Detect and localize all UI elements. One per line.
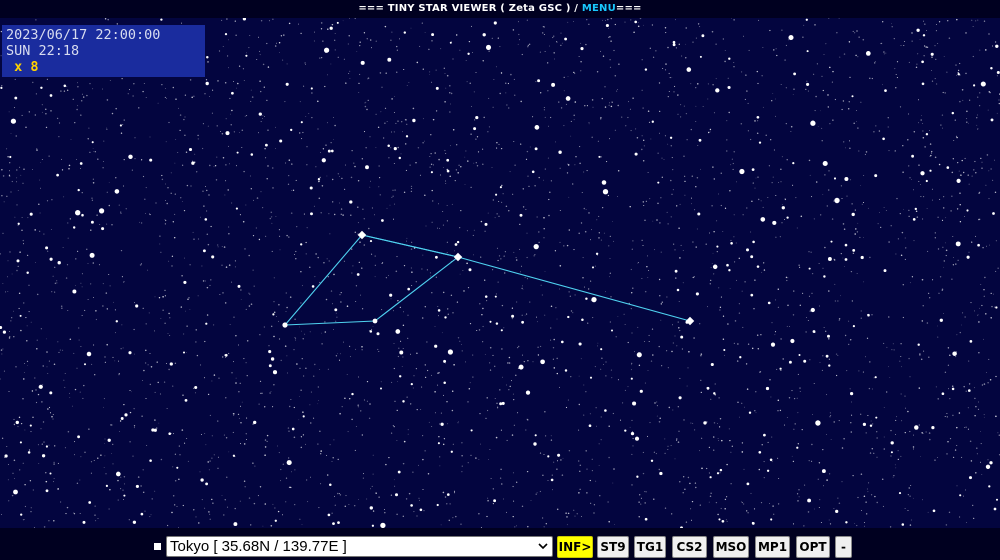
- control-bar: Tokyo [ 35.68N / 139.77E ] INF> ST9 TG1 …: [0, 528, 1000, 560]
- zoom-readout: x 8: [6, 59, 39, 75]
- constellation-star-marker: [372, 318, 378, 324]
- info-panel: 2023/06/17 22:00:00 SUN 22:18 x 8: [2, 25, 205, 77]
- title-text-suffix: ===: [615, 3, 642, 14]
- datetime-readout: 2023/06/17 22:00:00: [6, 27, 161, 43]
- title-text-prefix: === TINY STAR VIEWER ( Zeta GSC ) /: [358, 3, 582, 14]
- constellation-line: [284, 234, 460, 326]
- constellation-star-marker: [685, 316, 695, 326]
- location-select[interactable]: Tokyo [ 35.68N / 139.77E ]: [166, 536, 553, 557]
- mp1-button[interactable]: MP1: [755, 536, 790, 558]
- info-toggle-button[interactable]: INF>: [557, 536, 593, 558]
- minus-button[interactable]: -: [835, 536, 852, 558]
- mso-button[interactable]: MSO: [713, 536, 749, 558]
- sky-canvas[interactable]: [0, 18, 1000, 528]
- chevron-down-icon: [538, 543, 548, 550]
- constellation-figure: [282, 230, 695, 328]
- cs2-button[interactable]: CS2: [672, 536, 707, 558]
- bright-star-field: [0, 18, 1000, 528]
- star-viewer-app: === TINY STAR VIEWER ( Zeta GSC ) / MENU…: [0, 0, 1000, 560]
- constellation-line: [361, 234, 691, 322]
- opt-button[interactable]: OPT: [796, 536, 830, 558]
- menu-link[interactable]: MENU: [582, 3, 616, 14]
- title-bar: === TINY STAR VIEWER ( Zeta GSC ) / MENU…: [0, 0, 1000, 18]
- sky-view[interactable]: 2023/06/17 22:00:00 SUN 22:18 x 8: [0, 18, 1000, 528]
- location-value: Tokyo [ 35.68N / 139.77E ]: [170, 538, 347, 555]
- st9-button[interactable]: ST9: [597, 536, 629, 558]
- constellation-star-marker: [282, 322, 288, 328]
- sidereal-time-readout: SUN 22:18: [6, 43, 80, 59]
- faint-star-field: [0, 18, 1000, 528]
- toggle-checkbox[interactable]: [154, 543, 161, 550]
- tg1-button[interactable]: TG1: [634, 536, 666, 558]
